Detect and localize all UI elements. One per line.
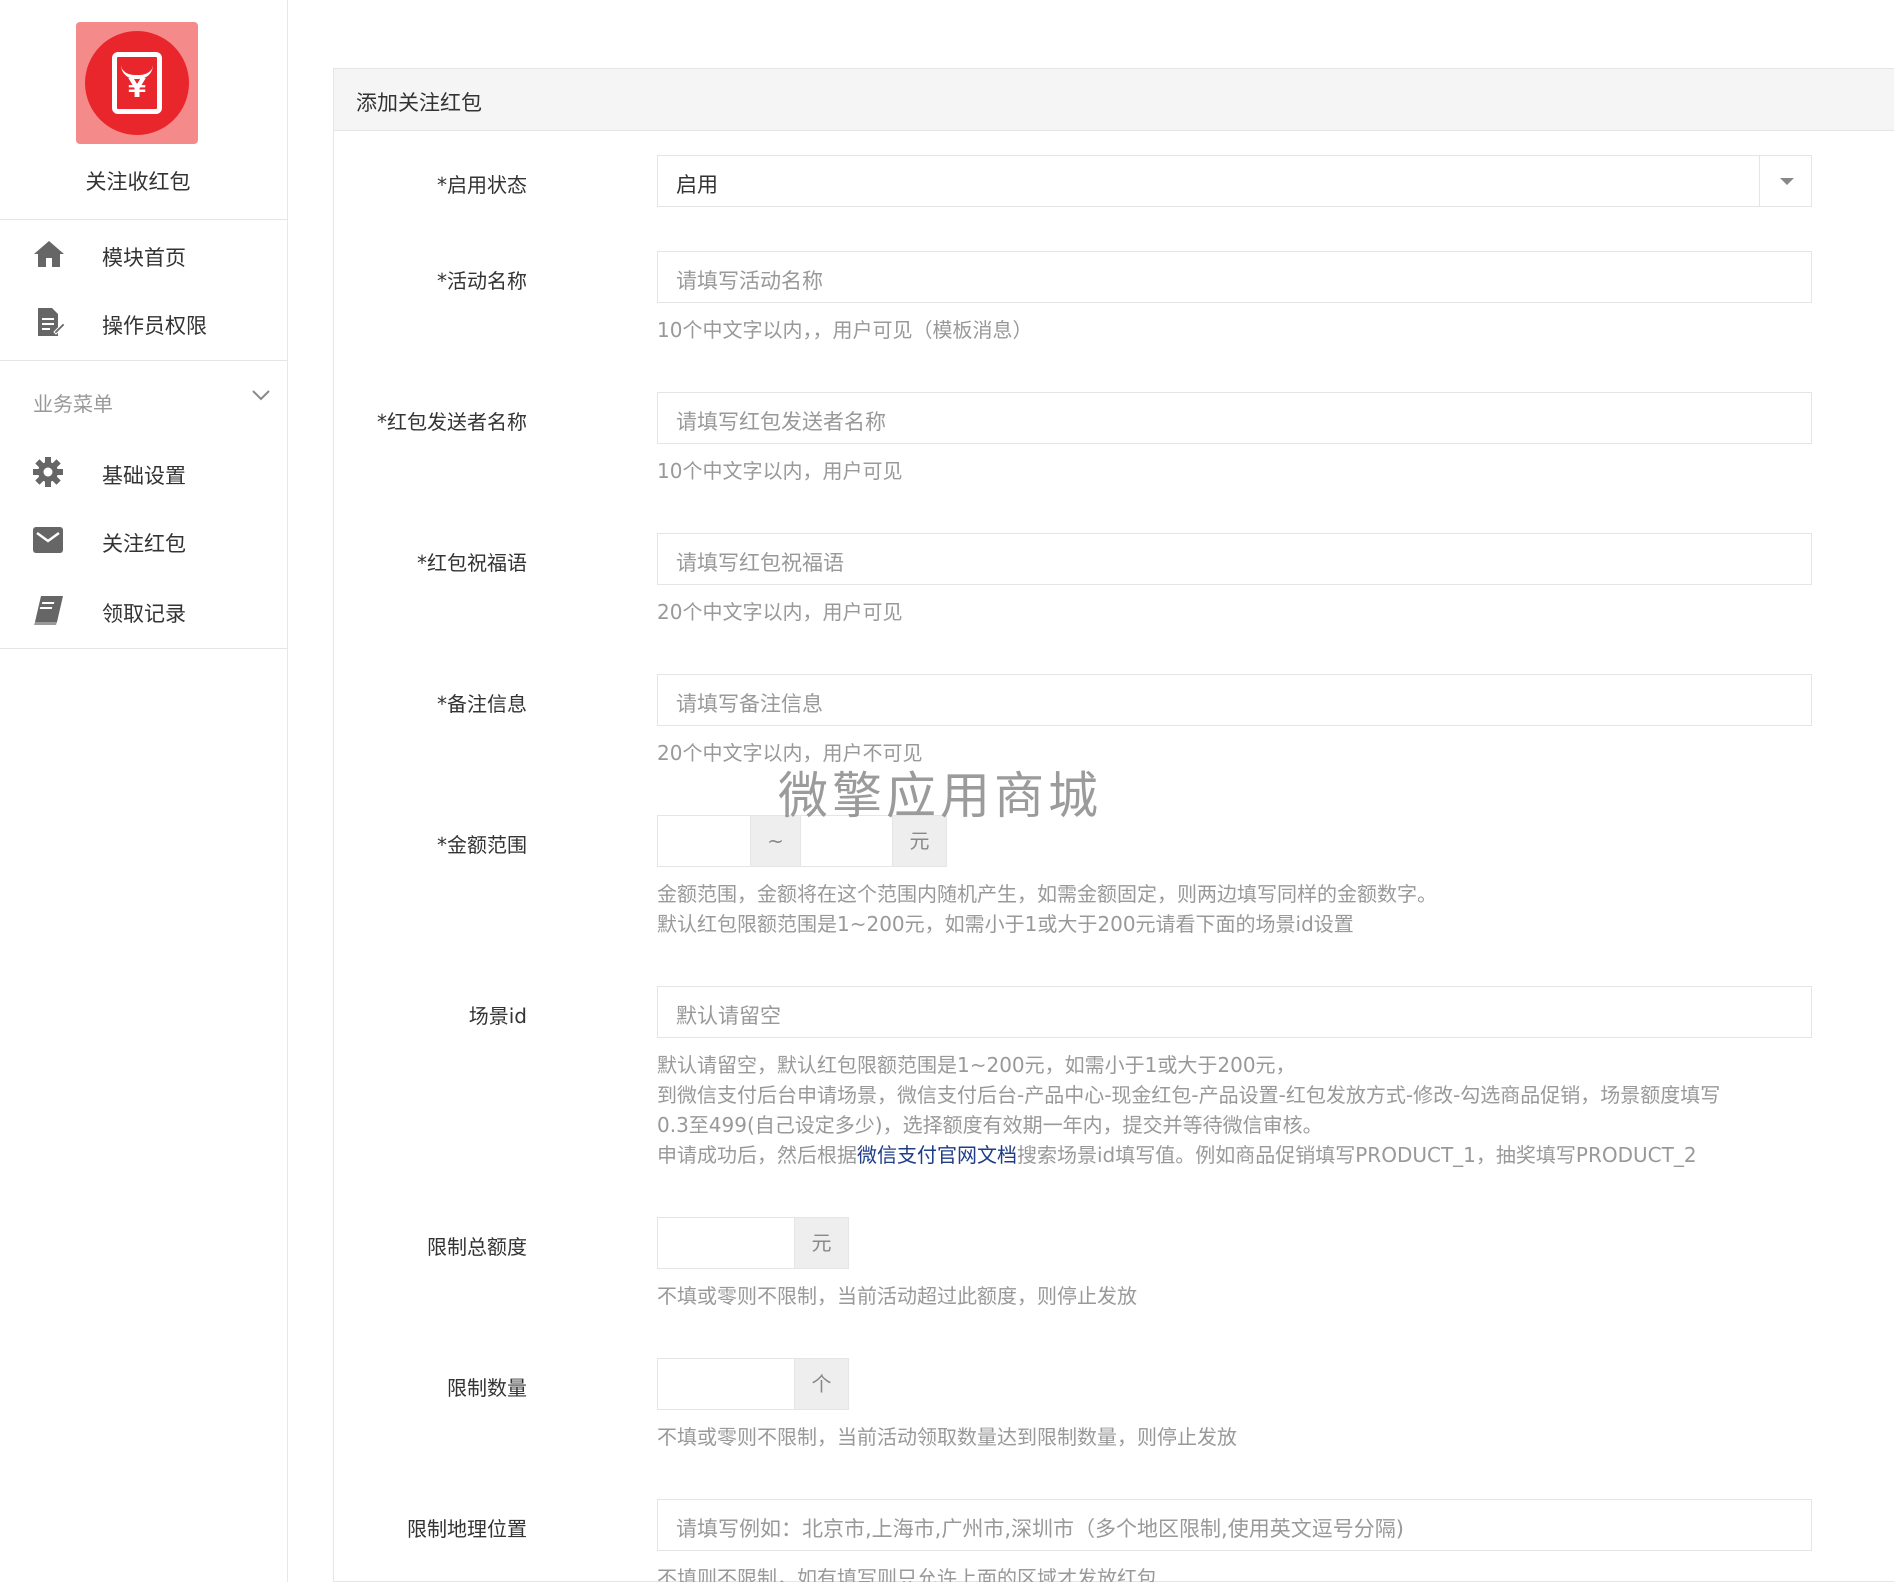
- remark-input[interactable]: 请填写备注信息: [657, 674, 1812, 726]
- help-text-segment: 申请成功后，然后根据: [657, 1143, 857, 1167]
- help-text: 不填则不限制，如有填写则只允许上面的区域才发放红包: [657, 1566, 1157, 1582]
- help-text: 20个中文字以内，用户可见: [657, 600, 903, 624]
- document-edit-icon: [32, 306, 66, 338]
- count-limit-group: 个: [657, 1358, 849, 1410]
- help-text: 10个中文字以内，，用户可见（模板消息）: [657, 318, 1033, 342]
- status-select-value: 启用: [676, 173, 718, 197]
- app-logo: ¥: [76, 22, 198, 144]
- field-label: *备注信息: [437, 692, 527, 716]
- form-panel: 添加关注红包 *启用状态 启用 *活动名称 请填写活动名称 10个中文字以内，，…: [333, 68, 1894, 1582]
- gear-icon: [32, 456, 66, 488]
- help-text: 金额范围，金额将在这个范围内随机产生，如需金额固定，则两边填写同样的金额数字。 …: [657, 879, 1837, 939]
- field-label: *红包祝福语: [417, 551, 527, 575]
- brand: ¥ 关注收红包: [0, 0, 287, 220]
- total-limit-unit: 元: [795, 1217, 849, 1269]
- total-limit-group: 元: [657, 1217, 849, 1269]
- chevron-down-icon[interactable]: [250, 384, 272, 406]
- sidebar: ¥ 关注收红包 模块首页 操作员权限 业务菜单 基础设置 关注红包 领取记录: [0, 0, 288, 1582]
- help-text: 不填或零则不限制，当前活动领取数量达到限制数量，则停止发放: [657, 1425, 1237, 1449]
- help-line: 默认红包限额范围是1~200元，如需小于1或大于200元请看下面的场景id设置: [657, 912, 1354, 936]
- sender-name-input[interactable]: 请填写红包发送者名称: [657, 392, 1812, 444]
- dropdown-arrow-icon[interactable]: [1759, 156, 1811, 206]
- sidebar-item-label: 基础设置: [102, 464, 186, 488]
- field-label: 场景id: [468, 1004, 527, 1028]
- help-line: 申请成功后，然后根据微信支付官网文档搜索场景id填写值。例如商品促销填写PROD…: [657, 1140, 1837, 1170]
- sidebar-item-label: 模块首页: [102, 246, 186, 270]
- book-icon: [32, 594, 66, 626]
- help-text: 默认请留空，默认红包限额范围是1~200元，如需小于1或大于200元， 到微信支…: [657, 1050, 1837, 1170]
- help-line: 金额范围，金额将在这个范围内随机产生，如需金额固定，则两边填写同样的金额数字。: [657, 882, 1437, 906]
- help-line: 默认请留空，默认红包限额范围是1~200元，如需小于1或大于200元，: [657, 1053, 1296, 1077]
- field-label: *金额范围: [437, 833, 527, 857]
- count-limit-unit: 个: [795, 1358, 849, 1410]
- field-label: 限制地理位置: [407, 1517, 527, 1541]
- activity-name-input[interactable]: 请填写活动名称: [657, 251, 1812, 303]
- wechat-pay-docs-link[interactable]: 微信支付官网文档: [857, 1143, 1017, 1167]
- sidebar-item-follow-redpacket[interactable]: 关注红包: [0, 506, 287, 574]
- sidebar-item-module-home[interactable]: 模块首页: [0, 220, 287, 288]
- divider: [0, 360, 287, 361]
- status-select[interactable]: 启用: [657, 155, 1812, 207]
- business-menu-title: 业务菜单: [33, 392, 113, 416]
- panel-title: 添加关注红包: [334, 69, 1894, 131]
- wishing-input[interactable]: 请填写红包祝福语: [657, 533, 1812, 585]
- scene-id-input[interactable]: 默认请留空: [657, 986, 1812, 1038]
- field-label: *启用状态: [437, 173, 527, 197]
- field-label: 限制总额度: [427, 1235, 527, 1259]
- geo-limit-input[interactable]: 请填写例如：北京市,上海市,广州市,深圳市（多个地区限制,使用英文逗号分隔): [657, 1499, 1812, 1551]
- field-label: 限制数量: [447, 1376, 527, 1400]
- envelope-icon: [32, 524, 66, 556]
- help-text-segment: 搜索场景id填写值。例如商品促销填写PRODUCT_1，抽奖填写PRODUCT_…: [1017, 1143, 1697, 1167]
- sidebar-item-label: 领取记录: [102, 602, 186, 626]
- help-line: 到微信支付后台申请场景，微信支付后台-产品中心-现金红包-产品设置-红包发放方式…: [657, 1083, 1721, 1107]
- field-label: *活动名称: [437, 269, 527, 293]
- help-text: 10个中文字以内，用户可见: [657, 459, 903, 483]
- amount-min-input[interactable]: [657, 815, 751, 867]
- sidebar-item-operator-permissions[interactable]: 操作员权限: [0, 288, 287, 356]
- sidebar-item-claim-records[interactable]: 领取记录: [0, 576, 287, 644]
- app-name: 关注收红包: [85, 170, 191, 194]
- sidebar-item-basic-settings[interactable]: 基础设置: [0, 438, 287, 506]
- home-icon: [32, 238, 66, 270]
- total-limit-input[interactable]: [657, 1217, 795, 1269]
- count-limit-input[interactable]: [657, 1358, 795, 1410]
- sidebar-item-label: 操作员权限: [102, 314, 207, 338]
- sidebar-item-label: 关注红包: [102, 532, 186, 556]
- help-line: 0.3至499(自己设定多少)，选择额度有效期一年内，提交并等待微信审核。: [657, 1113, 1323, 1137]
- help-text: 不填或零则不限制，当前活动超过此额度，则停止发放: [657, 1284, 1137, 1308]
- field-label: *红包发送者名称: [377, 410, 527, 434]
- watermark: 微擎应用商城: [778, 767, 1102, 825]
- divider: [0, 648, 287, 649]
